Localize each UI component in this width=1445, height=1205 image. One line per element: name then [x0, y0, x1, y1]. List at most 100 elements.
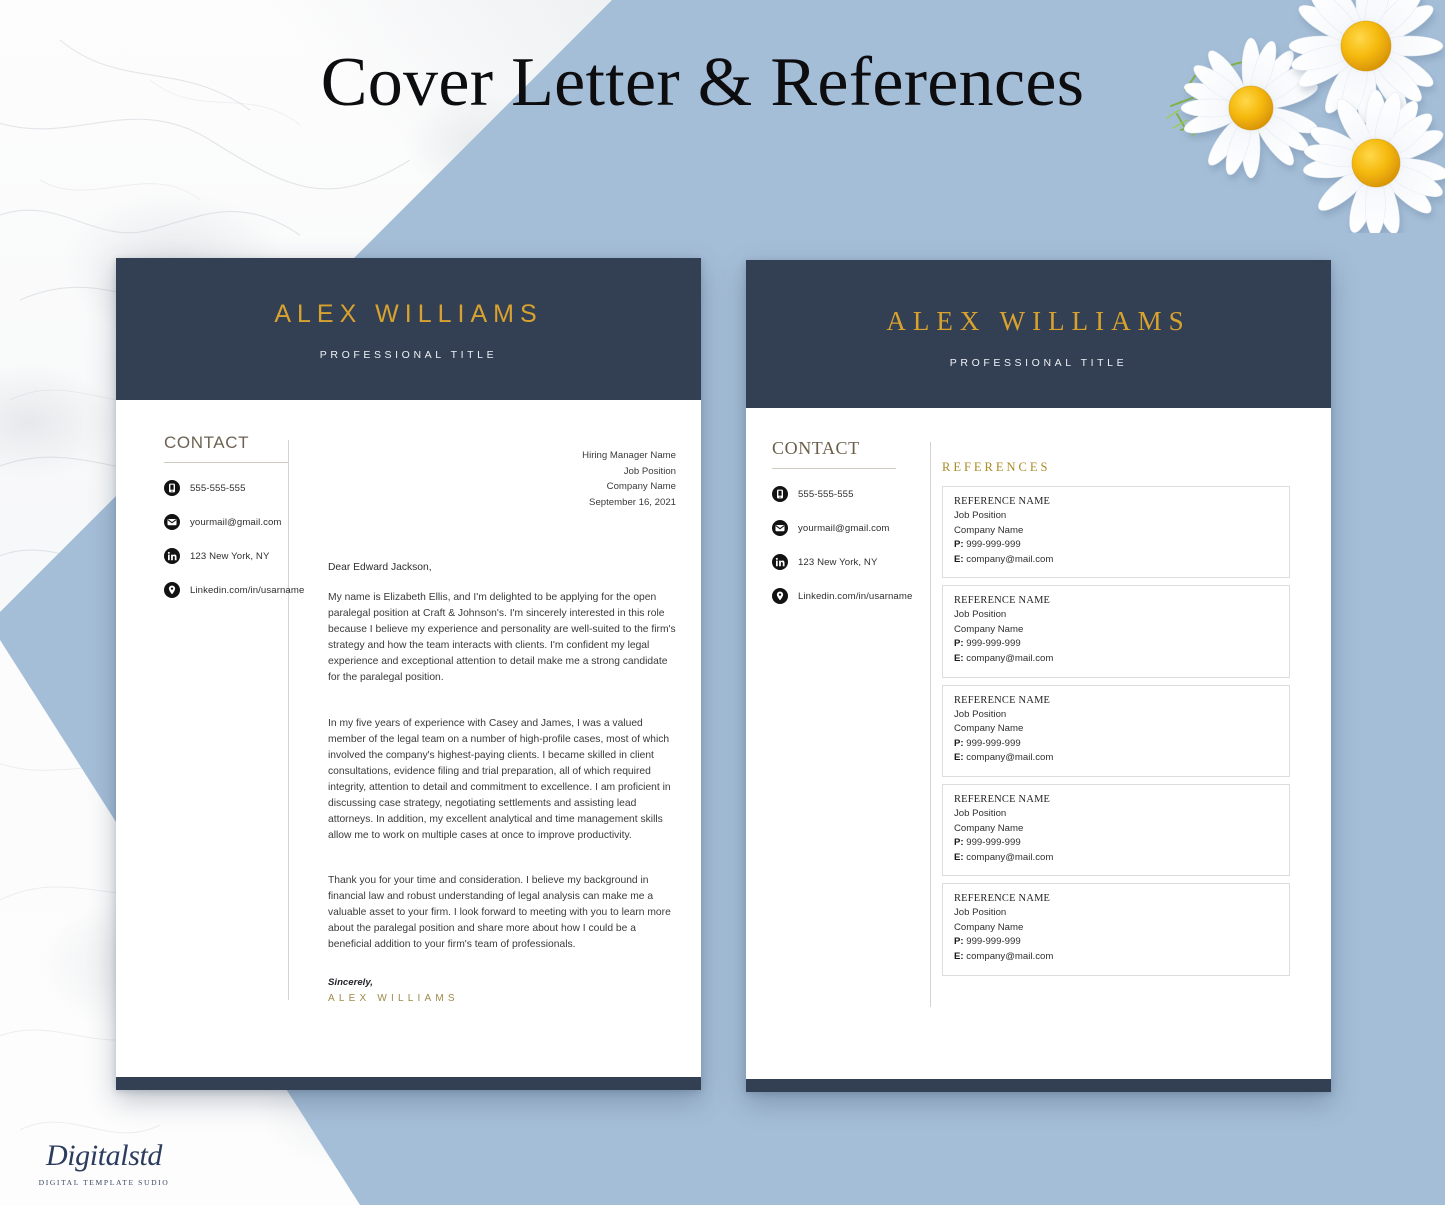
reference-phone: P: 999-999-999 [954, 935, 1278, 950]
reference-name: REFERENCE NAME [954, 694, 1051, 706]
reference-card[interactable]: REFERENCE NAME Job Position Company Name… [942, 783, 1290, 877]
linkedin-icon [772, 554, 788, 570]
reference-email-value: company@mail.com [966, 553, 1054, 565]
reference-company: Company Name [954, 723, 1024, 735]
reference-card[interactable]: REFERENCE NAME Job Position Company Name… [942, 684, 1290, 777]
reference-email-value: company@mail.com [966, 851, 1054, 863]
reference-phone-label: P: [954, 837, 964, 849]
reference-phone: P: 999-999-999 [954, 538, 1278, 553]
envelope-icon [164, 514, 180, 530]
reference-phone-label: P: [954, 638, 964, 650]
reference-position: Job Position [954, 609, 1007, 621]
contact-heading: CONTACT [164, 433, 250, 452]
contact-item-linkedin[interactable]: 123 New York, NY [164, 548, 354, 564]
reference-email: E: company@mail.com [954, 652, 1278, 667]
footer-bar [116, 1077, 701, 1090]
reference-phone-label: P: [954, 737, 964, 749]
brand-logo: Digitalstd DIGITAL TEMPLATE SUDIO [24, 1141, 184, 1188]
reference-email: E: company@mail.com [954, 851, 1278, 866]
reference-position: Job Position [954, 807, 1007, 819]
cover-letter-page[interactable]: ALEX WILLIAMS PROFESSIONAL TITLE CONTACT… [116, 258, 701, 1090]
location-pin-icon [164, 582, 180, 598]
reference-card[interactable]: REFERENCE NAME Job Position Company Name… [942, 883, 1290, 976]
contact-item-email[interactable]: yourmail@gmail.com [772, 520, 962, 536]
reference-email-label: E: [954, 653, 964, 665]
references-header: ALEX WILLIAMS PROFESSIONAL TITLE [746, 260, 1331, 408]
reference-name: REFERENCE NAME [954, 893, 1051, 905]
cover-letter-name: ALEX WILLIAMS [274, 300, 543, 328]
reference-phone-value: 999-999-999 [966, 737, 1021, 749]
contact-email-text: yourmail@gmail.com [190, 516, 282, 528]
reference-phone-label: P: [954, 936, 964, 948]
cover-letter-header: ALEX WILLIAMS PROFESSIONAL TITLE [116, 258, 701, 400]
recipient-manager: Hiring Manager Name [582, 450, 676, 461]
contact-rule [772, 468, 896, 469]
cover-letter-contact-block: CONTACT 555-555-555 yourmail@gmail.com 1… [164, 433, 354, 616]
contact-item-location[interactable]: Linkedin.com/in/usarname [772, 588, 962, 604]
contact-item-linkedin[interactable]: 123 New York, NY [772, 554, 962, 570]
phone-icon [772, 486, 788, 502]
reference-position: Job Position [954, 510, 1007, 521]
recipient-block: Hiring Manager Name Job Position Company… [328, 448, 676, 510]
reference-email: E: company@mail.com [954, 553, 1278, 568]
reference-company: Company Name [954, 822, 1024, 834]
reference-phone-value: 999-999-999 [966, 936, 1021, 948]
reference-email-value: company@mail.com [966, 950, 1054, 962]
reference-email: E: company@mail.com [954, 950, 1278, 965]
brand-logo-tagline: DIGITAL TEMPLATE SUDIO [38, 1178, 170, 1187]
reference-email-value: company@mail.com [966, 653, 1054, 665]
reference-phone-value: 999-999-999 [966, 638, 1021, 650]
reference-card[interactable]: REFERENCE NAME Job Position Company Name… [942, 486, 1290, 579]
recipient-company: Company Name [606, 481, 676, 493]
reference-phone: P: 999-999-999 [954, 836, 1278, 851]
phone-icon [164, 480, 180, 496]
reference-company: Company Name [954, 623, 1024, 635]
cover-letter-subtitle: PROFESSIONAL TITLE [319, 349, 498, 361]
contact-linkedin-text: Linkedin.com/in/usarname [190, 584, 305, 596]
reference-name: REFERENCE NAME [954, 595, 1051, 607]
contact-item-location[interactable]: Linkedin.com/in/usarname [164, 582, 354, 598]
contact-linkedin-text: Linkedin.com/in/usarname [798, 590, 913, 602]
contact-phone-text: 555-555-555 [798, 488, 854, 500]
linkedin-icon [164, 548, 180, 564]
reference-phone-value: 999-999-999 [966, 539, 1021, 551]
letter-paragraph-2: In my five years of experience with Case… [328, 717, 671, 841]
recipient-date: September 16, 2021 [589, 496, 676, 508]
reference-email-label: E: [954, 752, 964, 764]
reference-company: Company Name [954, 921, 1024, 933]
footer-bar [746, 1079, 1331, 1092]
reference-email-label: E: [954, 851, 964, 863]
references-heading: REFERENCES [942, 460, 1051, 474]
reference-name: REFERENCE NAME [954, 793, 1051, 805]
letter-body: Hiring Manager Name Job Position Company… [328, 448, 676, 1004]
references-contact-block: CONTACT 555-555-555 yourmail@gmail.com 1… [772, 438, 962, 622]
recipient-position: Job Position [623, 465, 676, 477]
reference-phone: P: 999-999-999 [954, 637, 1278, 652]
contact-email-text: yourmail@gmail.com [798, 522, 890, 534]
reference-name: REFERENCE NAME [954, 496, 1051, 507]
contact-heading: CONTACT [772, 438, 860, 458]
reference-phone: P: 999-999-999 [954, 737, 1278, 752]
reference-email-label: E: [954, 553, 964, 565]
contact-address-text: 123 New York, NY [190, 550, 270, 562]
reference-position: Job Position [954, 907, 1007, 919]
references-list: REFERENCES REFERENCE NAME Job Position C… [942, 460, 1290, 983]
reference-email-value: company@mail.com [966, 752, 1054, 764]
envelope-icon [772, 520, 788, 536]
contact-rule [164, 462, 288, 463]
reference-phone-label: P: [954, 539, 964, 551]
reference-position: Job Position [954, 708, 1007, 720]
contact-item-phone[interactable]: 555-555-555 [772, 486, 962, 502]
contact-item-email[interactable]: yourmail@gmail.com [164, 514, 354, 530]
contact-address-text: 123 New York, NY [798, 556, 878, 568]
reference-email-label: E: [954, 950, 964, 962]
reference-phone-value: 999-999-999 [966, 837, 1021, 849]
references-page[interactable]: ALEX WILLIAMS PROFESSIONAL TITLE CONTACT… [746, 260, 1331, 1092]
reference-card[interactable]: REFERENCE NAME Job Position Company Name… [942, 585, 1290, 678]
location-pin-icon [772, 588, 788, 604]
references-name: ALEX WILLIAMS [886, 306, 1191, 336]
contact-item-phone[interactable]: 555-555-555 [164, 480, 354, 496]
letter-paragraph-3: Thank you for your time and consideratio… [328, 875, 671, 951]
letter-paragraph-1: My name is Elizabeth Ellis, and I'm deli… [328, 592, 676, 683]
sign-off: Sincerely, [328, 977, 373, 989]
